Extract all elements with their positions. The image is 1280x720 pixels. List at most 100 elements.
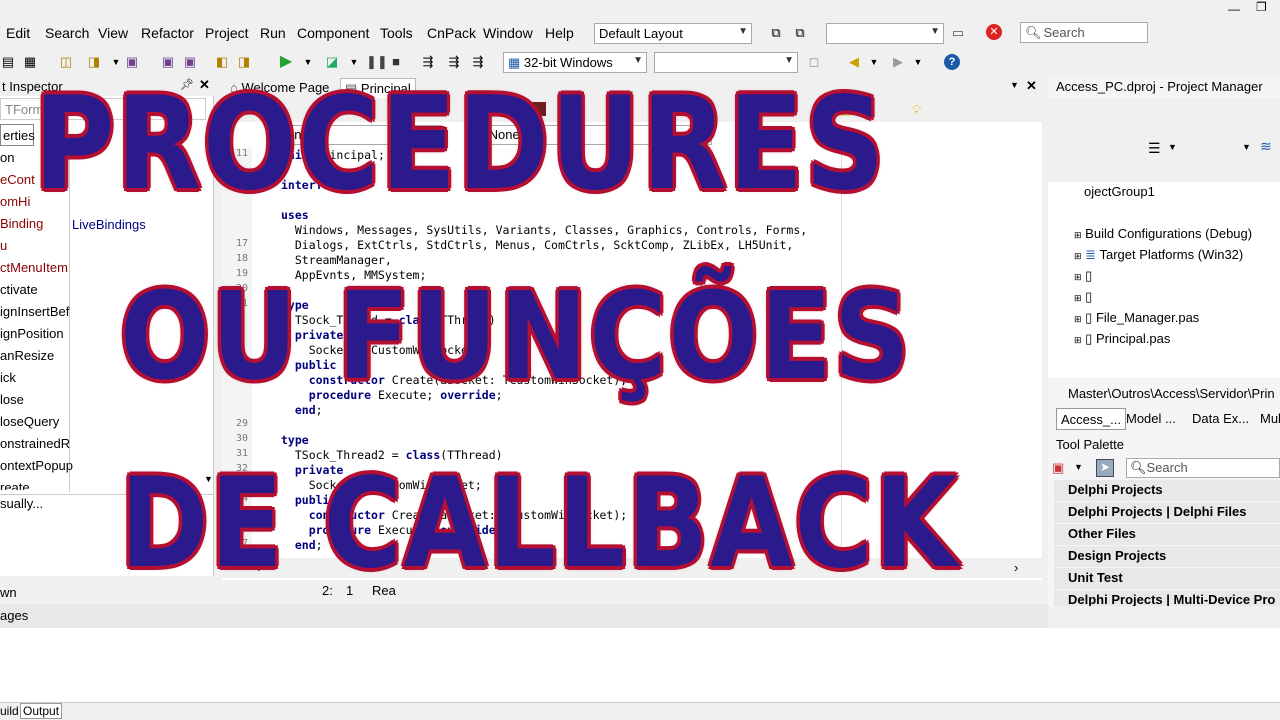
run-icon[interactable]: ▶ bbox=[278, 54, 294, 70]
trace-into-icon[interactable]: ⇶ bbox=[420, 54, 436, 70]
cursor-icon[interactable]: ➤ bbox=[1096, 459, 1114, 477]
menu-help[interactable]: Help bbox=[545, 25, 574, 41]
chevron-down-icon[interactable]: ▼ bbox=[108, 54, 124, 70]
tab-output[interactable]: Output bbox=[20, 703, 63, 719]
device-icon[interactable]: ▭ bbox=[950, 25, 966, 41]
chevron-down-icon[interactable]: ▼ bbox=[300, 54, 316, 70]
step-over-icon[interactable]: ⇶ bbox=[446, 54, 462, 70]
tree-file-manager[interactable]: ⊞ ▯ File_Manager.pas bbox=[1074, 310, 1199, 326]
event-row[interactable]: on bbox=[0, 150, 14, 165]
chevron-down-icon[interactable]: ▼ bbox=[1010, 80, 1019, 90]
chevron-down-icon[interactable]: ▼ bbox=[1168, 142, 1177, 152]
minimize-icon[interactable]: — bbox=[1228, 2, 1240, 16]
palette-category[interactable]: Design Projects bbox=[1054, 546, 1280, 567]
remove-file-icon[interactable]: ◨ bbox=[236, 54, 252, 70]
chevron-down-icon[interactable]: ▼ bbox=[1242, 142, 1251, 152]
menu-run[interactable]: Run bbox=[260, 25, 286, 41]
layout-load-icon[interactable]: ⧉ bbox=[792, 25, 808, 41]
tab-properties[interactable]: erties bbox=[0, 124, 35, 146]
back-icon[interactable]: ◀ bbox=[846, 54, 862, 70]
search-box[interactable]: 🔍︎ Search bbox=[1020, 22, 1148, 43]
open-icon[interactable]: ▦ bbox=[22, 54, 38, 70]
project-manager-title: Access_PC.dproj - Project Manager bbox=[1056, 79, 1263, 94]
bulb-icon[interactable]: 💡︎ bbox=[912, 102, 921, 118]
event-row[interactable]: omHi bbox=[0, 194, 30, 209]
event-row[interactable]: onstrainedR bbox=[0, 436, 70, 451]
menu-project[interactable]: Project bbox=[205, 25, 249, 41]
menu-tools[interactable]: Tools bbox=[380, 25, 413, 41]
menu-search[interactable]: Search bbox=[45, 25, 89, 41]
tree-principal[interactable]: ⊞ ▯ Principal.pas bbox=[1074, 331, 1170, 347]
help-icon[interactable]: ? bbox=[944, 54, 960, 70]
chevron-down-icon[interactable]: ▼ bbox=[1074, 462, 1083, 472]
save-all-icon[interactable]: ▣ bbox=[160, 54, 176, 70]
close-icon[interactable]: ✕ bbox=[1026, 78, 1037, 94]
forward-icon[interactable]: ▶ bbox=[890, 54, 906, 70]
palette-category[interactable]: Delphi Projects | Multi-Device Pro bbox=[1054, 590, 1280, 606]
pm-tabs: Access_... Model ... Data Ex... Mult bbox=[1056, 408, 1280, 430]
palette-category[interactable]: Other Files bbox=[1054, 524, 1280, 545]
palette-search[interactable]: 🔍︎Search bbox=[1126, 458, 1280, 478]
tab-data-explorer[interactable]: Data Ex... bbox=[1192, 411, 1249, 426]
event-row[interactable]: lose bbox=[0, 392, 24, 407]
device-refresh-icon[interactable]: ◻ bbox=[806, 54, 822, 70]
livebindings-value[interactable]: LiveBindings bbox=[72, 217, 146, 232]
tab-multi-device[interactable]: Mult bbox=[1260, 411, 1280, 426]
event-row[interactable]: loseQuery bbox=[0, 414, 59, 429]
code-line[interactable]: StreamManager, bbox=[281, 253, 392, 267]
menu-refactor[interactable]: Refactor bbox=[141, 25, 194, 41]
open-file-icon[interactable]: ◨ bbox=[86, 54, 102, 70]
save-icon[interactable]: ▣ bbox=[124, 54, 140, 70]
stop-red-icon[interactable]: ✕ bbox=[986, 24, 1002, 40]
layout-save-icon[interactable]: ⧉ bbox=[768, 25, 784, 41]
scroll-right-icon[interactable]: › bbox=[1014, 560, 1018, 575]
event-row[interactable]: ctivate bbox=[0, 282, 38, 297]
tab-model-view[interactable]: Model ... bbox=[1126, 411, 1176, 426]
new-icon[interactable]: ▤ bbox=[0, 54, 16, 70]
tree-project-group[interactable]: ojectGroup1 bbox=[1084, 184, 1155, 199]
menu-cnpack[interactable]: CnPack bbox=[427, 25, 476, 41]
stop-icon[interactable]: ■ bbox=[388, 54, 404, 70]
list-icon[interactable]: ☰ bbox=[1148, 140, 1161, 157]
event-row[interactable]: ignInsertBef bbox=[0, 304, 69, 319]
menu-view[interactable]: View bbox=[98, 25, 128, 41]
bind-visually-link[interactable]: sually... bbox=[0, 496, 43, 511]
tree-folder[interactable]: ⊞ ▯ bbox=[1074, 289, 1092, 305]
event-row[interactable]: ontextPopup bbox=[0, 458, 73, 473]
event-row[interactable]: u bbox=[0, 238, 7, 253]
tree-target-platforms[interactable]: ⊞ ≣ Target Platforms (Win32) bbox=[1074, 247, 1243, 263]
chevron-down-icon[interactable]: ▼ bbox=[866, 54, 882, 70]
palette-category[interactable]: Unit Test bbox=[1054, 568, 1280, 589]
palette-category[interactable]: Delphi Projects bbox=[1054, 480, 1280, 501]
menu-edit[interactable]: Edit bbox=[6, 25, 30, 41]
run-to-cursor-icon[interactable]: ⇶ bbox=[470, 54, 486, 70]
sync-icon[interactable]: ≋ bbox=[1260, 138, 1272, 155]
run-without-debug-icon[interactable]: ◪ bbox=[324, 54, 340, 70]
pause-icon[interactable]: ❚❚ bbox=[366, 54, 388, 70]
new-file-icon[interactable]: ◫ bbox=[58, 54, 74, 70]
palette-categories-icon[interactable]: ▣ bbox=[1052, 460, 1064, 476]
event-row[interactable]: ctMenuItem bbox=[0, 260, 68, 275]
tab-project-manager[interactable]: Access_... bbox=[1056, 408, 1126, 430]
event-row[interactable]: anResize bbox=[0, 348, 54, 363]
tab-build[interactable]: uild bbox=[0, 704, 19, 718]
empty-combo[interactable]: ▼ bbox=[826, 23, 944, 44]
menu-window[interactable]: Window bbox=[483, 25, 533, 41]
close-all-icon[interactable]: ▣ bbox=[182, 54, 198, 70]
add-file-icon[interactable]: ◧ bbox=[214, 54, 230, 70]
layout-combo[interactable]: Default Layout ▼ bbox=[594, 23, 752, 44]
event-row[interactable]: ick bbox=[0, 370, 16, 385]
menu-component[interactable]: Component bbox=[297, 25, 369, 41]
event-row[interactable]: reate bbox=[0, 480, 30, 490]
chevron-down-icon[interactable]: ▼ bbox=[346, 54, 362, 70]
code-line[interactable]: type bbox=[281, 433, 309, 447]
tree-folder[interactable]: ⊞ ▯ bbox=[1074, 268, 1092, 284]
event-row[interactable]: eCont bbox=[0, 172, 35, 187]
code-line[interactable]: Windows, Messages, SysUtils, Variants, C… bbox=[281, 223, 807, 237]
palette-category[interactable]: Delphi Projects | Delphi Files bbox=[1054, 502, 1280, 523]
chevron-down-icon[interactable]: ▼ bbox=[910, 54, 926, 70]
restore-icon[interactable]: ❐ bbox=[1256, 0, 1267, 14]
tree-build-config[interactable]: ⊞ Build Configurations (Debug) bbox=[1074, 226, 1252, 241]
code-line[interactable]: Dialogs, ExtCtrls, StdCtrls, Menus, ComC… bbox=[281, 238, 794, 252]
event-row[interactable]: ignPosition bbox=[0, 326, 64, 341]
